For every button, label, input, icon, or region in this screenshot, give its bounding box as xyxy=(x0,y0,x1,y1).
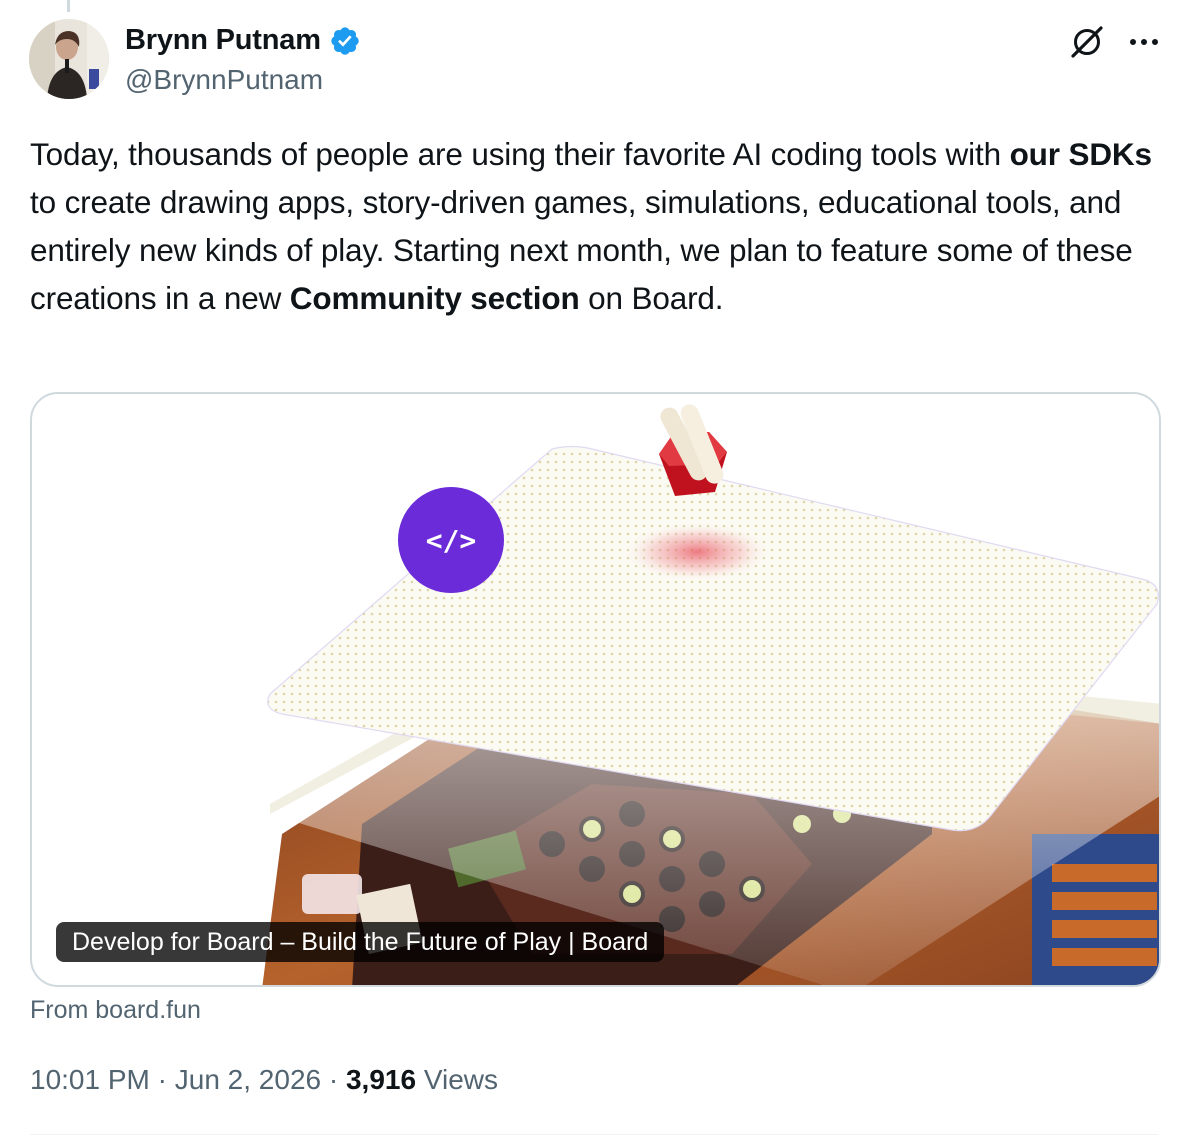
tweet-text-segment: on Board. xyxy=(579,280,724,316)
author-name-row: Brynn Putnam xyxy=(125,24,361,57)
tweet-text-segment: Today, thousands of people are using the… xyxy=(30,136,1010,172)
link-preview-card[interactable]: </> Develop for Board – Build the Future… xyxy=(30,392,1161,987)
tweet-date[interactable]: Jun 2, 2026 xyxy=(175,1064,321,1096)
tweet-text-bold-community: Community section xyxy=(289,280,580,316)
meta-separator: · xyxy=(149,1064,175,1095)
tweet-meta: 10:01 PM · Jun 2, 2026 · 3,916 Views xyxy=(30,1064,498,1096)
tweet-text: Today, thousands of people are using the… xyxy=(30,130,1170,322)
thread-connector xyxy=(67,0,70,12)
author-display-name[interactable]: Brynn Putnam xyxy=(125,24,321,57)
tweet-time[interactable]: 10:01 PM xyxy=(30,1064,150,1096)
author-handle[interactable]: @BrynnPutnam xyxy=(125,64,323,96)
card-title-caption[interactable]: Develop for Board – Build the Future of … xyxy=(56,922,665,962)
card-preview-image: </> xyxy=(262,404,1159,985)
card-source[interactable]: From board.fun xyxy=(30,996,201,1025)
tweet-text-bold-sdks: our SDKs xyxy=(1009,136,1152,172)
more-icon xyxy=(1130,39,1158,45)
grok-button[interactable] xyxy=(1066,23,1108,61)
verified-badge-icon[interactable] xyxy=(329,25,361,57)
avatar[interactable] xyxy=(29,19,109,99)
code-badge-text: </> xyxy=(426,524,477,557)
more-options-button[interactable] xyxy=(1124,23,1164,61)
meta-separator: · xyxy=(321,1064,346,1095)
views-label: Views xyxy=(416,1064,499,1095)
divider xyxy=(30,1134,1158,1135)
grok-icon xyxy=(1071,26,1103,58)
views-count: 3,916 xyxy=(345,1064,417,1095)
avatar-image xyxy=(29,19,109,99)
